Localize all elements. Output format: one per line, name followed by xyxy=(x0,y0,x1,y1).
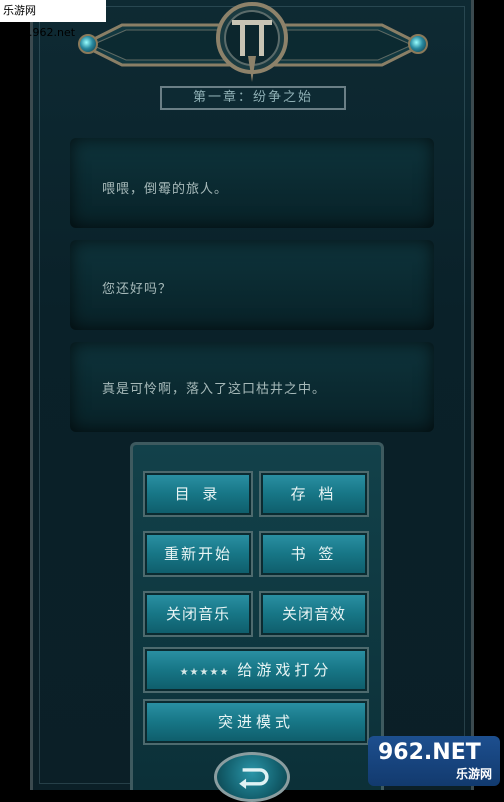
save-button[interactable]: 存 档 xyxy=(259,471,369,517)
music-off-button[interactable]: 关闭音乐 xyxy=(143,591,253,637)
watermark-logo: 962.NET 乐游网 xyxy=(368,736,500,786)
restart-button[interactable]: 重新开始 xyxy=(143,531,253,577)
right-gem-icon xyxy=(408,34,428,54)
dialog-box: 真是可怜啊，落入了这口枯井之中。 xyxy=(70,342,434,432)
back-button[interactable] xyxy=(214,752,290,802)
left-gem-icon xyxy=(78,34,98,54)
game-menu-panel: 目 录 存 档 重新开始 书 签 关闭音乐 关闭音效 ★★★★★ 给游戏打分 突进… xyxy=(130,442,384,790)
bookmark-button[interactable]: 书 签 xyxy=(259,531,369,577)
rating-stars-icon: ★★★★★ xyxy=(179,667,230,678)
chapter-title: 第一章：纷争之始 xyxy=(160,86,346,110)
watermark-top: 乐游网 www.962.net xyxy=(0,0,106,39)
dialog-box: 您还好吗？ xyxy=(70,240,434,330)
rate-label: 给游戏打分 xyxy=(237,661,333,679)
dialog-box: 喂喂，倒霉的旅人。 xyxy=(70,138,434,228)
rate-game-button[interactable]: ★★★★★ 给游戏打分 xyxy=(143,647,369,693)
breakthrough-mode-button[interactable]: 突进模式 xyxy=(143,699,369,745)
catalog-button[interactable]: 目 录 xyxy=(143,471,253,517)
dialog-text: 真是可怜啊，落入了这口枯井之中。 xyxy=(102,382,327,397)
dialog-text: 喂喂，倒霉的旅人。 xyxy=(102,182,229,197)
watermark-brand: 962.NET xyxy=(378,740,481,765)
game-emblem-logo xyxy=(216,2,288,82)
return-arrow-icon xyxy=(239,768,269,789)
dialog-text: 您还好吗？ xyxy=(102,282,173,297)
sfx-off-button[interactable]: 关闭音效 xyxy=(259,591,369,637)
watermark-sub: 乐游网 xyxy=(455,767,492,781)
